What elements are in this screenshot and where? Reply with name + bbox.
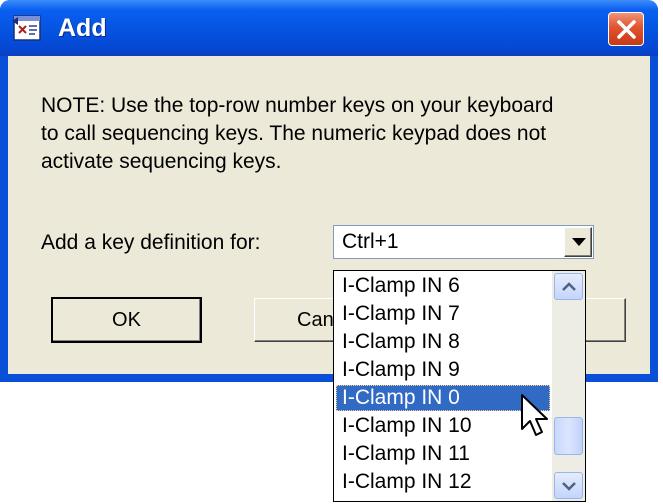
list-item[interactable]: I-Clamp IN 9 <box>336 357 550 383</box>
dialog-app-icon <box>12 15 41 41</box>
list-item[interactable]: I-Clamp IN 8 <box>336 329 550 355</box>
key-definition-value: Ctrl+1 <box>342 230 399 253</box>
combobox-dropdown-button[interactable] <box>564 227 592 257</box>
list-item-selected[interactable]: I-Clamp IN 0 <box>336 385 550 411</box>
list-item[interactable]: I-Clamp IN 6 <box>336 273 550 299</box>
ok-button[interactable]: OK <box>51 297 202 343</box>
chevron-down-icon <box>562 482 576 491</box>
list-item[interactable]: I-Clamp IN 10 <box>336 413 550 439</box>
dropdown-scrollbar[interactable] <box>552 271 585 501</box>
window-title: Add <box>58 14 107 42</box>
list-item[interactable]: I-Clamp IN 12 <box>336 469 550 495</box>
list-item[interactable]: I-Clamp IN 7 <box>336 301 550 327</box>
list-item[interactable]: I-Clamp IN 11 <box>336 441 550 467</box>
key-definition-combobox[interactable]: Ctrl+1 <box>333 225 594 259</box>
title-bar[interactable]: Add <box>0 0 658 56</box>
close-icon <box>617 20 636 39</box>
chevron-down-icon <box>572 238 586 246</box>
scrollbar-thumb[interactable] <box>554 417 583 455</box>
scroll-down-button[interactable] <box>554 472 583 499</box>
mouse-pointer-icon <box>521 394 548 436</box>
close-button[interactable] <box>608 12 644 46</box>
key-definition-dropdown-list[interactable]: I-Clamp IN 6 I-Clamp IN 7 I-Clamp IN 8 I… <box>333 270 586 502</box>
key-definition-label: Add a key definition for: <box>41 231 261 254</box>
scroll-up-button[interactable] <box>554 273 583 300</box>
note-text: NOTE: Use the top-row number keys on you… <box>41 94 554 173</box>
chevron-up-icon <box>562 282 576 291</box>
